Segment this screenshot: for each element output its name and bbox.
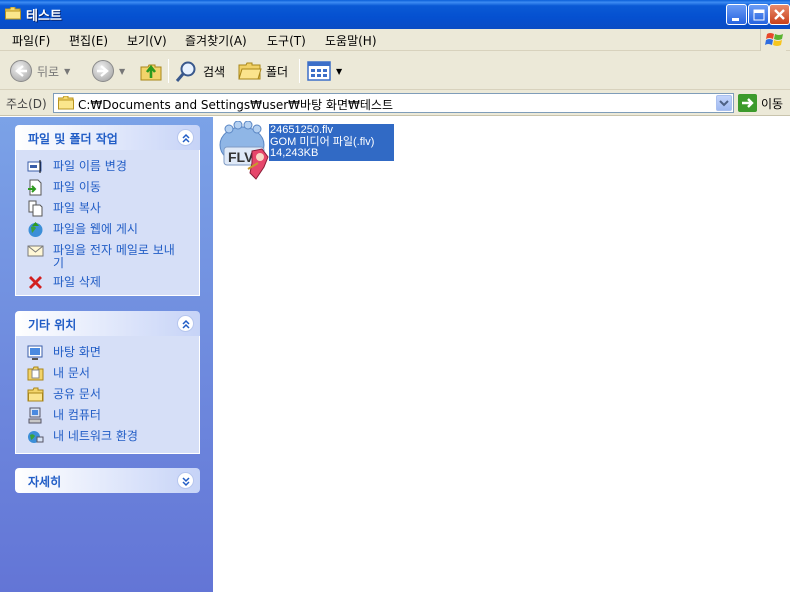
minimize-icon [732,18,739,21]
place-desktop[interactable]: 바탕 화면 [16,342,199,363]
go-label: 이동 [761,96,784,111]
address-path: C:₩Documents and Settings₩user₩바탕 화면₩테스트 [78,98,393,112]
toolbar: 뒤로 ▼ ▼ 검색 폴더 ▼ [0,51,790,90]
menu-tools[interactable]: 도구(T) [267,32,306,49]
menu-edit[interactable]: 편집(E) [69,32,108,49]
file-folder-tasks-header[interactable]: 파일 및 폴더 작업 [15,125,200,150]
menu-help[interactable]: 도움말(H) [325,32,377,49]
up-folder-icon [140,64,162,81]
up-folder-button[interactable] [139,57,163,85]
close-icon [774,9,785,20]
gom-flv-file-icon: FLV [219,120,269,180]
computer-icon [28,407,42,424]
my-documents-icon [27,366,44,381]
shared-folder-icon [27,387,44,402]
menu-favorites[interactable]: 즐겨찾기(A) [185,32,247,49]
go-arrow-icon [738,94,757,112]
delete-icon [29,276,42,289]
views-button[interactable]: ▼ [307,57,342,85]
task-delete-file[interactable]: 파일 삭제 [16,272,199,293]
forward-dropdown-icon[interactable]: ▼ [119,67,125,76]
search-label: 검색 [203,64,226,79]
menu-view[interactable]: 보기(V) [127,32,167,49]
file-folder-tasks-title: 파일 및 폴더 작업 [28,132,118,146]
file-item-label[interactable]: 24651250.flv GOM 미디어 파일(.flv) 14,243KB [269,124,394,161]
task-rename-file[interactable]: 파일 이름 변경 [16,156,199,177]
file-icon-text: FLV [228,149,254,165]
folder-icon [58,96,74,110]
other-places-panel: 기타 위치 바탕 화면 내 문서 공유 문서 내 컴퓨터 내 네트워크 환경 [15,311,200,454]
details-header[interactable]: 자세히 [15,468,200,493]
minimize-button[interactable] [726,4,747,25]
task-move-file[interactable]: 파일 이동 [16,177,199,198]
file-name: 24651250.flv [270,124,333,136]
place-my-network[interactable]: 내 네트워크 환경 [16,426,199,447]
desktop-icon [27,345,43,360]
views-dropdown-icon[interactable]: ▼ [336,67,342,76]
task-copy-file[interactable]: 파일 복사 [16,198,199,219]
back-dropdown-icon[interactable]: ▼ [64,67,70,76]
collapse-chevron-icon[interactable] [177,129,194,146]
address-dropdown-button[interactable] [716,95,732,111]
file-list-area[interactable] [213,117,790,592]
back-label: 뒤로 [37,64,60,79]
title-bar[interactable]: 테스트 [0,0,790,29]
folders-icon [238,62,262,80]
file-folder-tasks-panel: 파일 및 폴더 작업 파일 이름 변경 파일 이동 파일 복사 파일을 웹에 게… [15,125,200,296]
details-panel: 자세히 [15,468,200,493]
copy-file-icon [28,200,43,217]
forward-arrow-icon [92,60,114,82]
task-email-file[interactable]: 파일을 전자 메일로 보내기 [16,240,199,272]
place-my-computer[interactable]: 내 컴퓨터 [16,405,199,426]
folder-icon [5,7,21,20]
address-label: 주소(D) [6,97,47,111]
globe-icon [28,222,43,237]
go-button[interactable]: 이동 [738,94,783,112]
chevron-down-icon [719,100,729,107]
search-button[interactable]: 검색 [175,57,225,85]
details-title: 자세히 [28,475,62,489]
other-places-title: 기타 위치 [28,318,77,332]
forward-button[interactable]: ▼ [92,57,125,85]
address-bar: 주소(D) C:₩Documents and Settings₩user₩바탕 … [0,90,790,116]
place-shared-documents[interactable]: 공유 문서 [16,384,199,405]
maximize-icon [753,9,765,21]
search-icon [175,61,196,82]
task-publish-web[interactable]: 파일을 웹에 게시 [16,219,199,240]
folders-label: 폴더 [266,64,289,79]
task-pane: 파일 및 폴더 작업 파일 이름 변경 파일 이동 파일 복사 파일을 웹에 게… [0,117,213,592]
place-my-documents[interactable]: 내 문서 [16,363,199,384]
close-button[interactable] [769,4,790,25]
file-size: 14,243KB [270,147,319,159]
views-icon [307,61,331,81]
email-icon [27,245,44,257]
file-item-icon[interactable]: FLV [218,120,270,181]
move-file-icon [28,179,42,196]
folders-button[interactable]: 폴더 [238,57,288,85]
menu-bar: 파일(F) 편집(E) 보기(V) 즐겨찾기(A) 도구(T) 도움말(H) [0,29,790,51]
back-button[interactable]: 뒤로 ▼ [10,57,70,85]
expand-chevron-icon[interactable] [177,472,194,489]
maximize-button[interactable] [748,4,769,25]
other-places-header[interactable]: 기타 위치 [15,311,200,336]
network-icon [28,431,44,443]
rename-icon [27,160,42,173]
window-title: 테스트 [26,9,62,24]
address-input[interactable]: C:₩Documents and Settings₩user₩바탕 화면₩테스트 [53,93,734,113]
windows-logo-icon [760,29,786,51]
menu-file[interactable]: 파일(F) [12,32,50,49]
back-arrow-icon [10,60,32,82]
collapse-chevron-icon[interactable] [177,315,194,332]
